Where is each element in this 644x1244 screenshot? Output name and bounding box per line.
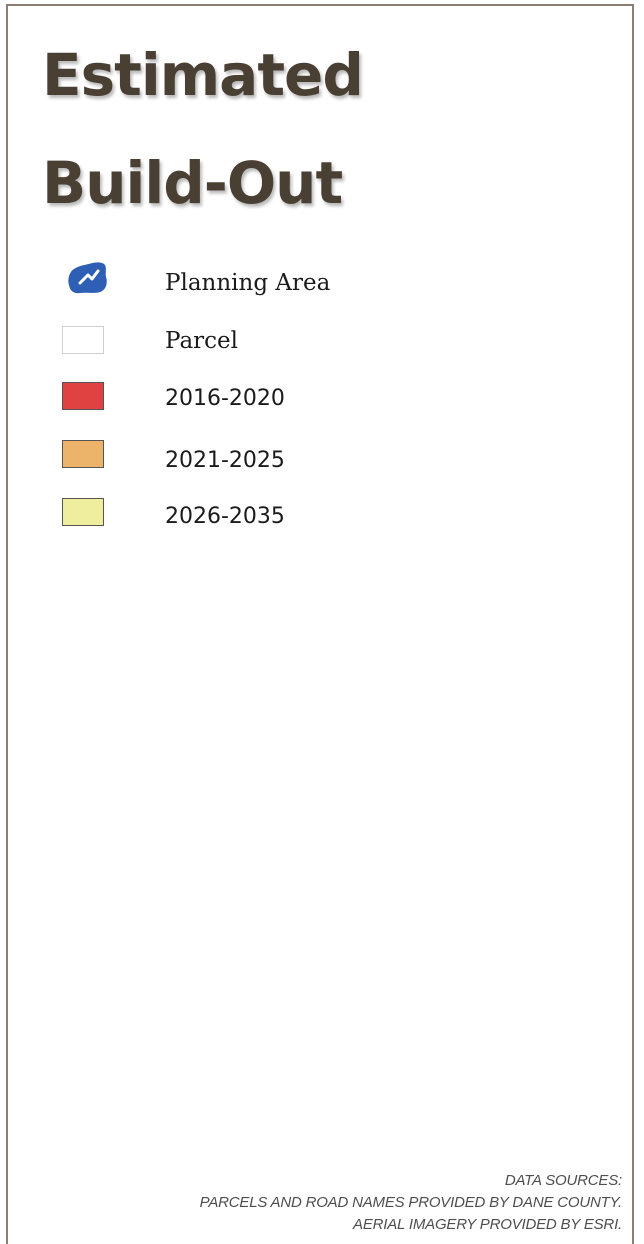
- legend-item-parcel: Parcel: [62, 324, 582, 364]
- legend-label-2021-2025: 2021-2025: [165, 448, 285, 473]
- legend-label-2026-2035: 2026-2035: [165, 504, 285, 529]
- legend-item-2016-2020: 2016-2020: [62, 380, 582, 420]
- data-sources-imagery: AERIAL IMAGERY PROVIDED BY ESRI.: [353, 1216, 622, 1233]
- parcel-swatch: [62, 326, 104, 354]
- legend-label-planning-area: Planning Area: [165, 270, 331, 296]
- data-sources: DATA SOURCES: PARCELS AND ROAD NAMES PRO…: [199, 1170, 623, 1236]
- planning-area-icon: [68, 262, 107, 294]
- map-legend-panel: Estimated Build-Out Planning Area Parcel…: [6, 4, 634, 1244]
- legend-item-2026-2035: 2026-2035: [62, 498, 582, 538]
- legend-item-2021-2025: 2021-2025: [62, 440, 582, 480]
- legend-item-planning-area: Planning Area: [62, 260, 582, 300]
- title-line-2: Build-Out: [42, 149, 343, 217]
- legend-label-2016-2020: 2016-2020: [165, 386, 285, 411]
- swatch-2026-2035: [62, 498, 104, 526]
- swatch-2021-2025: [62, 440, 104, 468]
- data-sources-heading: DATA SOURCES:: [504, 1172, 622, 1189]
- data-sources-parcels: PARCELS AND ROAD NAMES PROVIDED BY DANE …: [199, 1194, 623, 1211]
- title-line-1: Estimated: [42, 41, 364, 109]
- legend-label-parcel: Parcel: [165, 328, 238, 354]
- swatch-2016-2020: [62, 382, 104, 410]
